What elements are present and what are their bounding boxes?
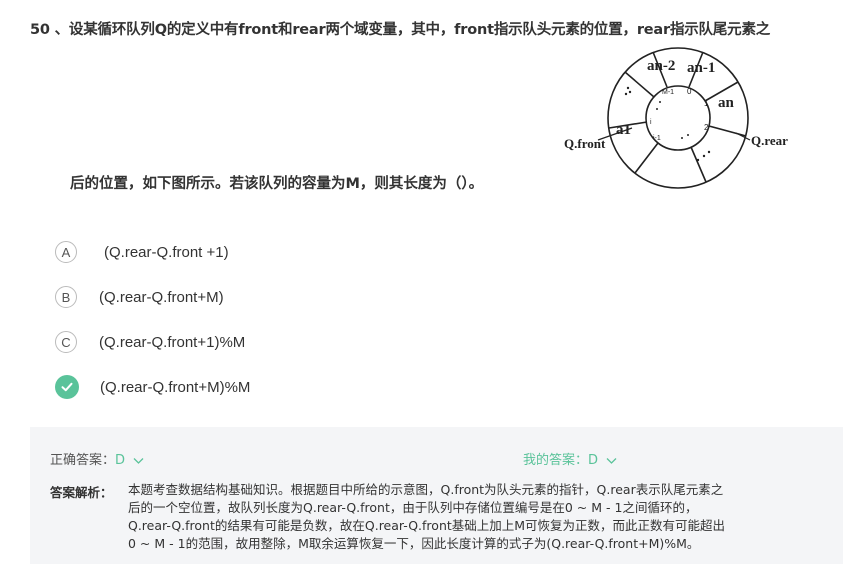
analysis-label: 答案解析： xyxy=(50,485,113,500)
my-answer-value: D xyxy=(588,453,599,468)
cell-an1-label: an-1 xyxy=(687,60,715,76)
cell-a1-label: a1 xyxy=(616,122,631,138)
analysis-line: 本题考查数据结构基础知识。根据题目中所给的示意图，Q.front为队头元素的指针… xyxy=(128,482,724,497)
answer-panel: 正确答案：D 我的答案：D 答案解析： 本题考查数据结构基础知识。根据题目中所给… xyxy=(30,427,843,564)
analysis-text: 本题考查数据结构基础知识。根据题目中所给的示意图，Q.front为队头元素的指针… xyxy=(128,481,808,553)
cell-an-label: an xyxy=(718,95,735,111)
option-d[interactable]: (Q.rear-Q.front+M)%M xyxy=(55,374,250,400)
question-text-line1: 50 、设某循环队列Q的定义中有front和rear两个域变量，其中，front… xyxy=(30,22,771,38)
circular-queue-diagram: an-2 an-1 an a1 M-1 0 1 2 i-1 i Q.front … xyxy=(564,47,788,189)
index-i: i xyxy=(650,119,652,126)
rear-pointer-label: Q.rear xyxy=(751,133,788,148)
option-a-text: (Q.rear-Q.front +1) xyxy=(104,243,229,261)
analysis-line: Q.rear-Q.front的结果有可能是负数，故在Q.rear-Q.front… xyxy=(128,518,726,533)
option-d-text: (Q.rear-Q.front+M)%M xyxy=(100,378,251,396)
option-c-text: (Q.rear-Q.front+1)%M xyxy=(99,333,246,351)
outer-ring xyxy=(607,47,749,189)
question-text-line2: 后的位置，如下图所示。若该队列的容量为M，则其长度为（）。 xyxy=(70,176,484,192)
option-b-text: (Q.rear-Q.front+M) xyxy=(99,288,224,306)
index-i1: i-1 xyxy=(653,135,661,142)
cell-an2-label: an-2 xyxy=(647,58,675,74)
my-answer: 我的答案：D xyxy=(523,449,617,468)
option-c-marker[interactable]: C xyxy=(55,331,77,353)
index-1: 1 xyxy=(704,99,709,108)
index-0: 0 xyxy=(687,87,692,96)
index-2: 2 xyxy=(704,123,709,132)
correct-answer-value: D xyxy=(115,453,126,468)
index-m1: M-1 xyxy=(662,89,674,96)
my-answer-label: 我的答案： xyxy=(523,453,589,468)
option-b[interactable]: B (Q.rear-Q.front+M) xyxy=(55,284,224,310)
chevron-down-icon[interactable] xyxy=(133,457,144,465)
correct-answer: 正确答案：D xyxy=(50,449,144,468)
option-a-marker[interactable]: A xyxy=(55,241,77,263)
option-a[interactable]: A (Q.rear-Q.front +1) xyxy=(55,239,229,265)
chevron-down-icon[interactable] xyxy=(606,457,617,465)
analysis-line: 后的一个空位置，故队列长度为Q.rear-Q.front，由于队列中存储位置编号… xyxy=(128,500,698,515)
check-icon[interactable] xyxy=(55,375,79,399)
correct-answer-label: 正确答案： xyxy=(50,453,116,468)
option-c[interactable]: C (Q.rear-Q.front+1)%M xyxy=(55,329,245,355)
analysis-line: 0 ~ M - 1的范围，故用整除，M取余运算恢复一下，因此长度计算的式子为(Q… xyxy=(128,536,700,551)
front-pointer-label: Q.front xyxy=(564,136,606,151)
option-b-marker[interactable]: B xyxy=(55,286,77,308)
